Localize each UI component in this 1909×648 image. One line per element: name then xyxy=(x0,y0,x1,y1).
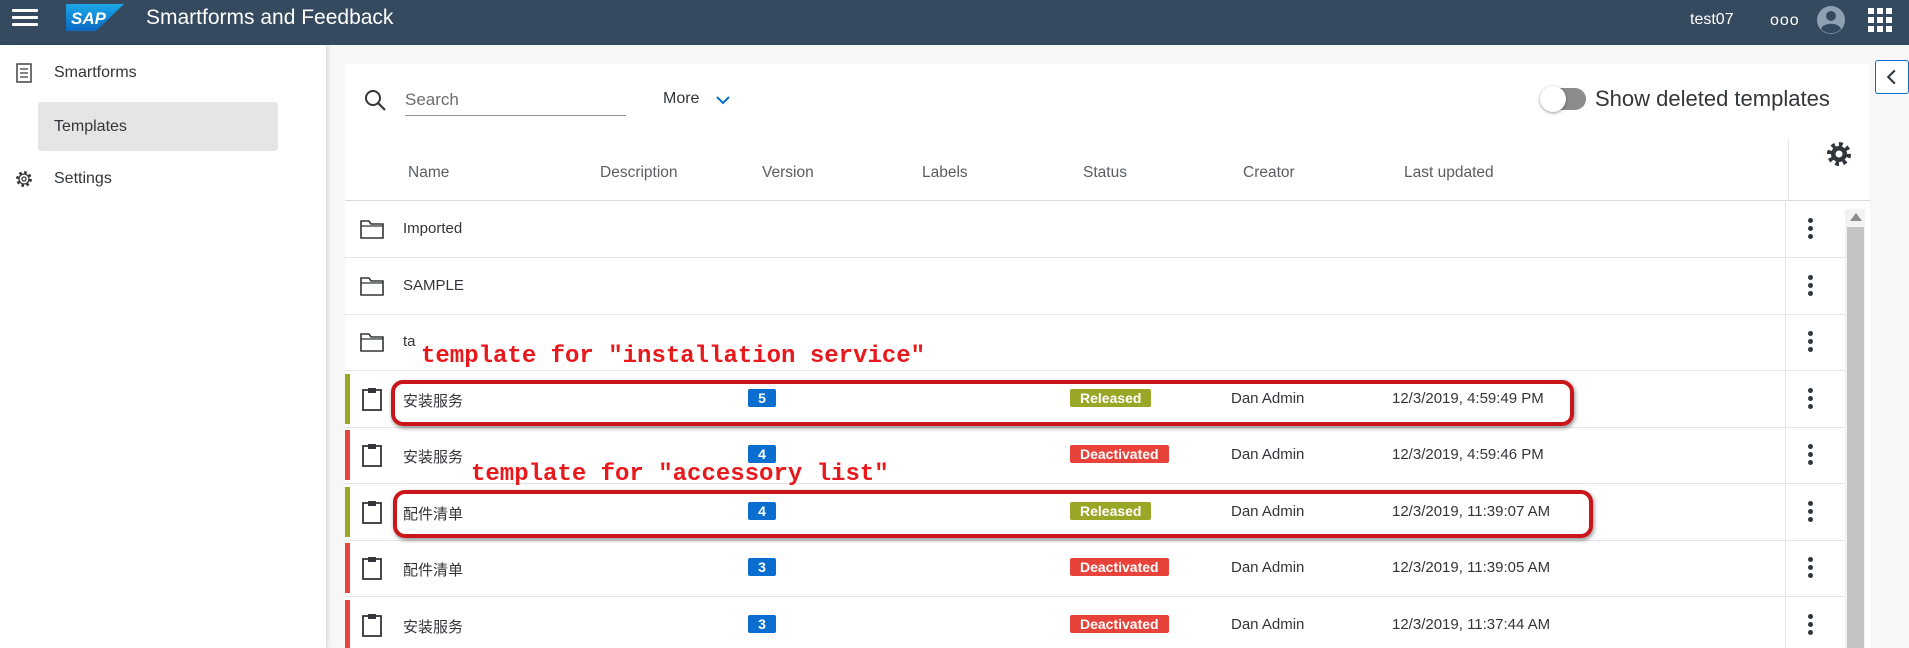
status-stripe xyxy=(345,599,350,648)
status-badge: Deactivated xyxy=(1070,558,1169,576)
row-name: ta xyxy=(403,333,416,350)
action-divider xyxy=(1785,315,1786,371)
more-actions-icon[interactable] xyxy=(1800,499,1820,525)
folder-icon xyxy=(360,220,384,239)
clipboard-icon xyxy=(362,557,382,580)
hamburger-menu-icon[interactable] xyxy=(12,6,38,30)
column-header-labels[interactable]: Labels xyxy=(922,164,968,182)
action-divider xyxy=(1785,484,1786,541)
action-divider xyxy=(1785,428,1786,484)
scroll-thumb[interactable] xyxy=(1847,227,1864,648)
clipboard-icon xyxy=(362,387,382,411)
folder-row[interactable]: Imported xyxy=(345,202,1845,258)
row-name: 安装服务 xyxy=(403,618,464,636)
more-actions-icon[interactable] xyxy=(1800,442,1820,468)
status-stripe xyxy=(345,543,350,593)
sidebar-item-label: Templates xyxy=(54,117,127,135)
show-deleted-label: Show deleted templates xyxy=(1595,86,1830,111)
status-stripe xyxy=(345,486,350,537)
vertical-scrollbar[interactable] xyxy=(1845,209,1865,648)
row-creator: Dan Admin xyxy=(1231,559,1305,576)
header-divider xyxy=(1788,139,1789,201)
sidebar-item-settings[interactable]: Settings xyxy=(0,154,326,204)
row-last-updated: 12/3/2019, 11:37:44 AM xyxy=(1392,615,1551,633)
more-actions-icon[interactable] xyxy=(1800,386,1820,412)
chevron-left-icon xyxy=(1886,69,1896,85)
status-stripe xyxy=(345,430,350,480)
row-last-updated: 12/3/2019, 4:59:46 PM xyxy=(1392,446,1544,463)
more-actions-icon[interactable] xyxy=(1800,273,1820,299)
show-deleted-toggle[interactable] xyxy=(1540,86,1586,112)
column-header-name[interactable]: Name xyxy=(408,164,449,182)
sap-logo: SAP xyxy=(66,4,124,31)
more-actions-icon[interactable] xyxy=(1800,329,1820,355)
toggle-knob xyxy=(1540,86,1566,112)
app-launcher-icon[interactable] xyxy=(1868,8,1892,32)
folder-icon xyxy=(360,276,384,296)
column-header-status[interactable]: Status xyxy=(1083,164,1127,182)
avatar-icon[interactable] xyxy=(1816,5,1846,35)
sidebar-item-label: Smartforms xyxy=(54,64,137,81)
row-name: 安装服务 xyxy=(403,449,464,466)
column-header-description[interactable]: Description xyxy=(600,164,678,182)
annotation-installation-box xyxy=(391,380,1574,426)
user-name[interactable]: test07 xyxy=(1690,11,1734,29)
version-badge: 3 xyxy=(748,558,776,576)
folder-icon xyxy=(360,333,384,352)
scroll-up-icon[interactable] xyxy=(1850,213,1862,221)
action-divider xyxy=(1785,371,1786,428)
action-divider xyxy=(1785,258,1786,315)
search-input[interactable] xyxy=(405,84,626,116)
action-divider xyxy=(1785,597,1786,648)
action-divider xyxy=(1785,541,1786,597)
template-row[interactable]: 安装服务 3 Deactivated Dan Admin 12/3/2019, 11:3… xyxy=(345,597,1845,648)
row-name: Imported xyxy=(403,220,463,237)
status-badge: Deactivated xyxy=(1070,445,1169,463)
gear-icon xyxy=(16,171,32,187)
row-name: 配件清单 xyxy=(403,562,464,579)
more-actions-icon[interactable] xyxy=(1800,555,1820,581)
version-badge: 3 xyxy=(748,614,776,633)
more-actions-icon[interactable] xyxy=(1800,612,1820,638)
clipboard-icon xyxy=(362,613,382,637)
action-divider xyxy=(1785,202,1786,258)
template-row[interactable]: 配件清单 3 Deactivated Dan Admin 12/3/2019, 11:3… xyxy=(345,541,1845,597)
document-icon xyxy=(16,63,32,83)
annotation-accessory-box xyxy=(393,490,1593,538)
annotation-installation-label: template for "installation service" xyxy=(421,343,926,370)
table-header: Name Description Version Labels Status C… xyxy=(345,144,1870,201)
annotation-accessory-label: template for "accessory list" xyxy=(471,461,889,488)
row-name: SAMPLE xyxy=(403,276,464,294)
search-icon[interactable] xyxy=(363,88,387,112)
shell-bar: SAP Smartforms and Feedback test07 ooo xyxy=(0,0,1909,45)
column-header-creator[interactable]: Creator xyxy=(1243,164,1295,182)
sidebar-item-smartforms[interactable]: Smartforms xyxy=(0,48,326,98)
more-actions-icon[interactable] xyxy=(1800,216,1820,242)
column-header-version[interactable]: Version xyxy=(762,164,814,182)
status-stripe xyxy=(345,373,350,424)
sidebar-item-label: Settings xyxy=(54,170,112,187)
row-last-updated: 12/3/2019, 11:39:05 AM xyxy=(1392,559,1551,576)
app-title: Smartforms and Feedback xyxy=(146,6,394,29)
folder-row[interactable]: SAMPLE xyxy=(345,258,1845,315)
row-creator: Dan Admin xyxy=(1231,615,1305,633)
clipboard-icon xyxy=(362,500,382,524)
status-badge: Deactivated xyxy=(1070,614,1169,633)
side-navigation: Smartforms Templates Settings xyxy=(0,45,326,648)
chevron-down-icon[interactable] xyxy=(715,92,731,108)
collapse-panel-button[interactable] xyxy=(1875,60,1909,94)
row-creator: Dan Admin xyxy=(1231,446,1305,463)
column-header-last-updated[interactable]: Last updated xyxy=(1404,164,1494,182)
more-filters-button[interactable]: More xyxy=(663,90,699,108)
clipboard-icon xyxy=(362,444,382,467)
sidebar-item-templates[interactable]: Templates xyxy=(38,102,278,151)
table-settings-gear-icon[interactable] xyxy=(1825,140,1853,168)
sap-logo-text: SAP xyxy=(71,9,107,28)
overflow-icon[interactable]: ooo xyxy=(1770,12,1800,30)
